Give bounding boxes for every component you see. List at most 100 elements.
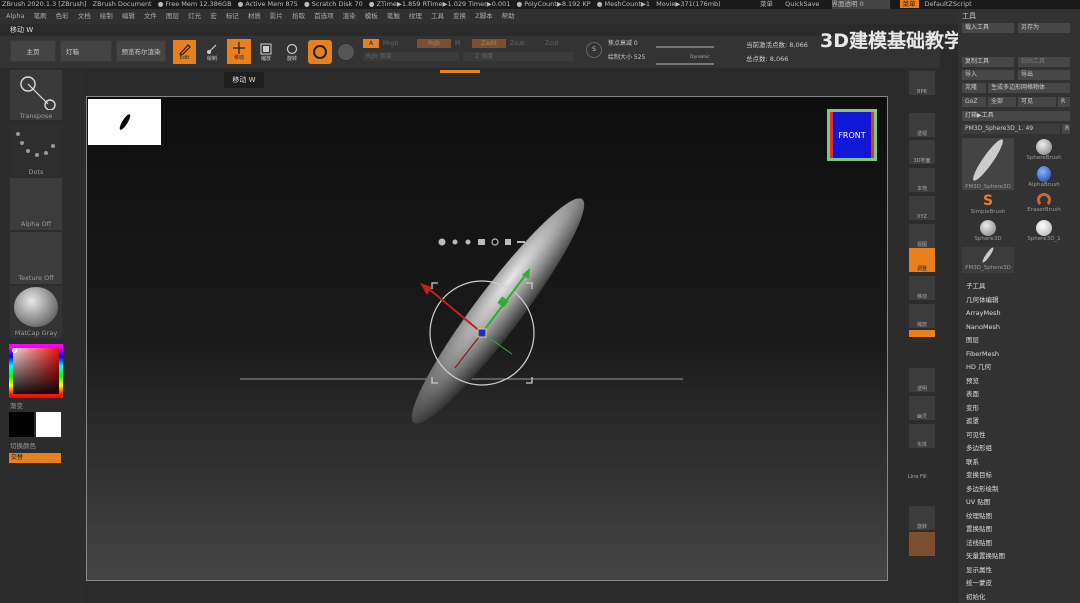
subpalette-texture-map[interactable]: 纹理贴图 <box>966 510 992 522</box>
zsub-toggle[interactable]: Zsub <box>510 39 536 48</box>
tool-palette-header[interactable]: 工具 <box>962 11 1074 21</box>
edit-button[interactable]: Edit <box>173 40 196 64</box>
transpose-mode-icon[interactable] <box>338 44 354 60</box>
menu-stencil[interactable]: 模板 <box>365 12 378 20</box>
subpalette-subtool[interactable]: 子工具 <box>966 280 986 292</box>
tool-thumb-spherebrush[interactable]: SphereBrush <box>1018 138 1070 164</box>
viewport-canvas[interactable]: FRONT <box>86 96 888 581</box>
material-button[interactable]: MatCap Gray <box>10 286 62 338</box>
menu-zscript[interactable]: Z脚本 <box>475 12 492 20</box>
menu-draw[interactable]: 绘制 <box>100 12 113 20</box>
subpalette-uv-map[interactable]: UV 贴图 <box>966 496 990 508</box>
default-zscript[interactable]: DefaultZScript <box>925 0 972 8</box>
ghost-button[interactable]: 幽灵 <box>909 396 935 420</box>
load-tool-button[interactable]: 载入工具 <box>962 23 1014 33</box>
draw-button[interactable]: 绘制 <box>202 40 222 64</box>
menu-stroke[interactable]: 笔触 <box>387 12 400 20</box>
subpalette-polygroups[interactable]: 多边形组 <box>966 442 992 454</box>
subpalette-contact[interactable]: 联系 <box>966 456 979 468</box>
subpalette-geometry[interactable]: 几何体编辑 <box>966 294 999 306</box>
xyz-button[interactable]: XYZ <box>909 196 935 220</box>
subpalette-layers[interactable]: 图层 <box>966 334 979 346</box>
tool-thumb-sphere3d[interactable]: Sphere3D <box>962 219 1014 245</box>
subpalette-normal-map[interactable]: 法线贴图 <box>966 537 992 549</box>
switch-color-button[interactable]: 切换颜色 <box>10 440 36 450</box>
menu-texture[interactable]: 纹理 <box>409 12 422 20</box>
subpalette-nanomesh[interactable]: NanoMesh <box>966 321 1000 333</box>
subpalette-vector-displacement-map[interactable]: 矢量置换贴图 <box>966 550 1005 562</box>
menu-material[interactable]: 材质 <box>248 12 261 20</box>
mrgb-toggle[interactable]: Mrgb <box>383 39 413 48</box>
a-toggle[interactable]: A <box>363 39 379 48</box>
menu-alpha[interactable]: Alpha <box>6 12 24 20</box>
texture-button[interactable]: Texture Off <box>10 232 62 284</box>
subpalette-masking[interactable]: 遮罩 <box>966 415 979 427</box>
visible-button[interactable]: 可见 <box>1018 97 1056 107</box>
lightbox-tools-button[interactable]: 灯箱▶工具 <box>962 111 1070 121</box>
menu-tool[interactable]: 工具 <box>431 12 444 20</box>
menu-color[interactable]: 色彩 <box>56 12 69 20</box>
alternate-button[interactable]: 交替 <box>9 453 61 463</box>
menu-button[interactable]: 菜单 <box>899 0 919 8</box>
import-button[interactable]: 导入 <box>962 70 1014 80</box>
rgb-toggle[interactable]: Rgb <box>417 39 451 48</box>
secondary-color-swatch[interactable] <box>36 412 61 437</box>
tool-thumb-sphere3d-1[interactable]: Sphere3D_1 <box>1018 219 1070 245</box>
persp-button[interactable]: 透视 <box>909 113 935 137</box>
gradient-label[interactable]: 渐变 <box>10 400 23 410</box>
menu-marker[interactable]: 标记 <box>226 12 239 20</box>
subpalette-fibermesh[interactable]: FiberMesh <box>966 348 999 360</box>
menu-transform[interactable]: 变换 <box>453 12 466 20</box>
subpalette-morph-target[interactable]: 变换目标 <box>966 469 992 481</box>
quicksave-button[interactable]: QuickSave <box>785 0 819 8</box>
local-button[interactable]: 本地 <box>909 168 935 192</box>
clone-button[interactable]: 克隆 <box>962 83 986 93</box>
scale-button[interactable]: 缩放 <box>256 40 276 64</box>
subpalette-visibility[interactable]: 可见性 <box>966 429 986 441</box>
export-button[interactable]: 导出 <box>1018 70 1070 80</box>
solo-button[interactable]: 实体 <box>909 424 935 448</box>
s-icon[interactable]: S <box>586 42 602 58</box>
zcut-toggle[interactable]: Zcut <box>545 39 571 48</box>
menu-file[interactable]: 文件 <box>144 12 157 20</box>
tool-thumb-eraserbrush[interactable]: EraserBrush <box>1018 192 1070 218</box>
menu-edit[interactable]: 编辑 <box>122 12 135 20</box>
menu-macro[interactable]: 宏 <box>210 12 217 20</box>
subpalette-hd-geometry[interactable]: HD 几何 <box>966 361 991 373</box>
menu-layer[interactable]: 图层 <box>166 12 179 20</box>
subpalette-unified-skin[interactable]: 统一蒙皮 <box>966 577 992 589</box>
menu-picker[interactable]: 拾取 <box>292 12 305 20</box>
alpha-button[interactable]: Alpha Off <box>10 178 62 230</box>
z-intensity-slider[interactable]: Z 强度 <box>463 52 573 61</box>
rgb-intensity-slider[interactable]: Rgb 强度 <box>363 52 459 61</box>
menu-brush[interactable]: 笔刷 <box>34 12 47 20</box>
focal-shift-slider[interactable]: 焦点衰减 0 <box>608 38 716 50</box>
scene-svg[interactable] <box>87 97 887 580</box>
bpr-button[interactable]: BPR <box>909 71 935 95</box>
transp-button[interactable]: 透明 <box>909 368 935 392</box>
move-view-button[interactable]: 调整 <box>909 248 935 272</box>
xpose-button[interactable]: 旋转 <box>909 506 935 530</box>
menu-document[interactable]: 文档 <box>78 12 91 20</box>
menu-preferences[interactable]: 首选项 <box>314 12 334 20</box>
paste-tool-button[interactable]: 粘贴工具 <box>1018 57 1070 67</box>
make-polymesh-button[interactable]: 生成多边形网格物体 <box>988 83 1070 93</box>
main-color-swatch[interactable] <box>9 412 34 437</box>
menu-help[interactable]: 帮助 <box>502 12 515 20</box>
subpalette-display-properties[interactable]: 显示属性 <box>966 564 992 576</box>
zadd-toggle[interactable]: Zadd <box>472 39 506 48</box>
save-as-button[interactable]: 另存为 <box>1018 23 1070 33</box>
subpalette-displacement-map[interactable]: 置换贴图 <box>966 523 992 535</box>
frame-button[interactable]: 视图 <box>909 224 935 248</box>
copy-tool-button[interactable]: 复制工具 <box>962 57 1014 67</box>
floor-button[interactable]: 3D地面 <box>909 140 935 164</box>
scale-view-button[interactable]: 移动 <box>909 276 935 300</box>
dots-stroke-button[interactable]: Dots <box>10 124 62 176</box>
goz-button[interactable]: GoZ <box>962 97 986 107</box>
menus-toggle[interactable]: 菜单 <box>760 0 773 8</box>
subpalette-surface[interactable]: 表面 <box>966 388 979 400</box>
menu-movie[interactable]: 影片 <box>270 12 283 20</box>
m-toggle[interactable]: M <box>455 39 471 48</box>
ui-transparency[interactable]: 界面透明 0 <box>831 0 890 9</box>
draw-size-slider[interactable]: 绘制大小 525 Dynamic <box>608 52 716 65</box>
